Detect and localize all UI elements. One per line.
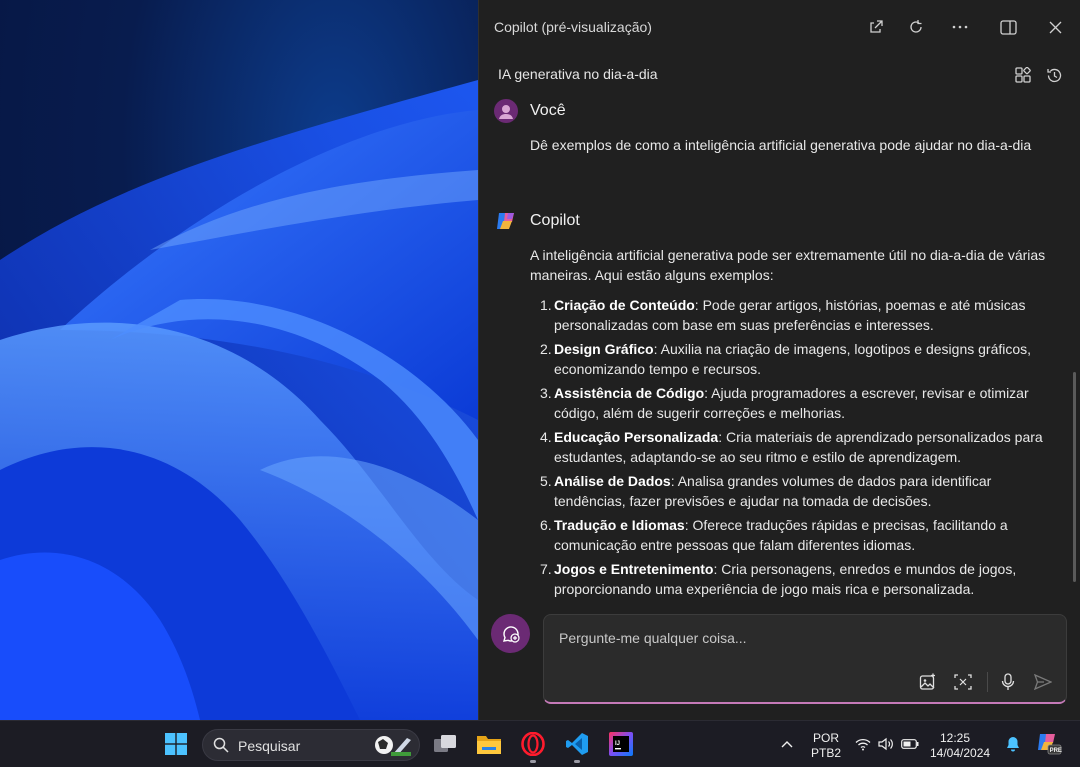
prompt-input[interactable] xyxy=(559,628,1039,648)
copilot-pane: Copilot (pré-visualização) IA generativa… xyxy=(478,0,1080,720)
list-item: 6. Tradução e Idiomas: Oferece traduções … xyxy=(540,517,1008,553)
search-highlight-icon xyxy=(375,736,411,756)
plugins-icon[interactable] xyxy=(1012,64,1034,86)
list-item: 1. Criação de Conteúdo: Pode gerar artigo… xyxy=(540,297,1026,333)
chat-transcript: Você Dê exemplos de como a inteligência … xyxy=(479,92,1080,600)
windows-taskbar: Pesquisar IJ POR PTB2 12:25 14/04/2024 P… xyxy=(0,720,1080,767)
user-avatar xyxy=(494,99,518,123)
conversation-title: IA generativa no dia-a-dia xyxy=(498,66,658,82)
intellij-icon[interactable]: IJ xyxy=(606,729,636,759)
list-item: 5. Análise de Dados: Analisa grandes volu… xyxy=(540,473,992,509)
list-item: 7. Jogos e Entretenimento: Cria personage… xyxy=(540,561,1017,597)
assistant-examples-list: 1. Criação de Conteúdo: Pode gerar artigo… xyxy=(530,295,1060,600)
desktop-wallpaper xyxy=(0,0,478,720)
assistant-name: Copilot xyxy=(530,212,580,229)
task-view-icon[interactable] xyxy=(430,729,460,759)
chat-scrollbar[interactable] xyxy=(1073,372,1076,582)
dock-panel-icon[interactable] xyxy=(995,14,1021,40)
copilot-logo-icon xyxy=(494,209,518,233)
more-icon[interactable] xyxy=(947,14,973,40)
taskbar-search[interactable]: Pesquisar xyxy=(202,729,420,761)
bell-icon[interactable] xyxy=(998,729,1028,759)
user-message: Dê exemplos de como a inteligência artif… xyxy=(530,137,1032,153)
microphone-icon[interactable] xyxy=(996,670,1020,694)
file-explorer-icon[interactable] xyxy=(474,729,504,759)
conversation-header: IA generativa no dia-a-dia xyxy=(479,60,1080,88)
chevron-up-icon[interactable] xyxy=(772,729,802,759)
composer-divider xyxy=(987,672,988,692)
message-composer xyxy=(543,614,1067,704)
copilot-taskbar-icon[interactable]: PRE xyxy=(1034,729,1064,759)
new-topic-icon[interactable] xyxy=(491,614,530,653)
assistant-intro: A inteligência artificial generativa pod… xyxy=(530,247,1046,283)
copilot-titlebar: Copilot (pré-visualização) xyxy=(479,0,1080,54)
battery-icon[interactable] xyxy=(895,729,925,759)
list-item: 4. Educação Personalizada: Cria materiais… xyxy=(540,429,1043,465)
close-icon[interactable] xyxy=(1042,14,1068,40)
input-language[interactable]: POR xyxy=(806,731,846,745)
svg-text:PRE: PRE xyxy=(1050,748,1062,754)
refresh-icon[interactable] xyxy=(903,14,929,40)
wallpaper-bloom-graphic xyxy=(0,80,478,720)
user-name: Você xyxy=(530,102,566,119)
screenshot-icon[interactable] xyxy=(951,670,975,694)
send-icon[interactable] xyxy=(1031,670,1055,694)
vscode-icon[interactable] xyxy=(562,729,592,759)
list-item: 2. Design Gráfico: Auxilia na criação de … xyxy=(540,341,1032,377)
clock-date[interactable]: 14/04/2024 xyxy=(930,746,990,760)
search-icon xyxy=(213,737,229,753)
opera-running-indicator xyxy=(530,760,536,763)
add-image-icon[interactable] xyxy=(916,670,940,694)
vscode-running-indicator xyxy=(574,760,580,763)
window-title: Copilot (pré-visualização) xyxy=(494,19,652,35)
list-item: 3. Assistência de Código: Ajuda programad… xyxy=(540,385,1029,421)
opera-icon[interactable] xyxy=(518,729,548,759)
clock-time[interactable]: 12:25 xyxy=(930,731,980,745)
start-icon[interactable] xyxy=(161,729,191,759)
open-external-icon[interactable] xyxy=(863,14,889,40)
svg-text:IJ: IJ xyxy=(615,741,620,747)
search-label: Pesquisar xyxy=(238,738,301,754)
history-icon[interactable] xyxy=(1043,64,1065,86)
keyboard-layout[interactable]: PTB2 xyxy=(806,746,846,760)
